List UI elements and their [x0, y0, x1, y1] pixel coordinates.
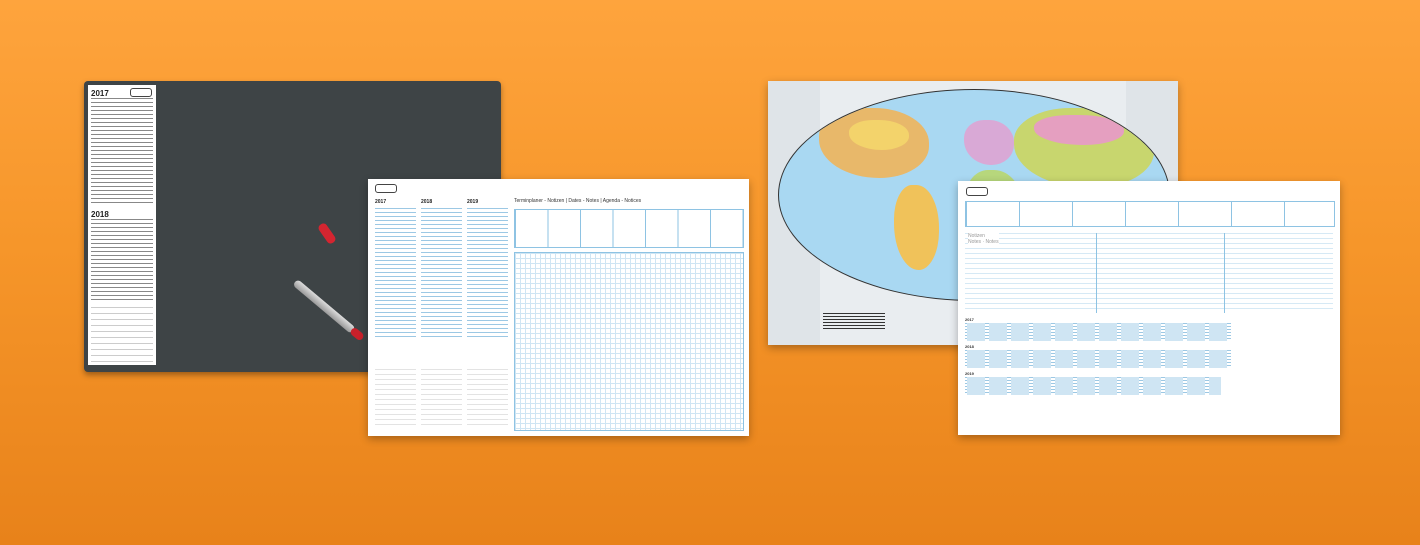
year-label: 2019 — [965, 371, 974, 376]
notes-label: Notizen Notes · Notes — [968, 233, 999, 245]
calendar-grid — [91, 219, 153, 303]
year-calendar — [965, 350, 1231, 368]
week-planner — [514, 209, 744, 248]
notes-lines — [467, 369, 508, 429]
notes-lines — [375, 369, 416, 429]
column-divider — [1224, 233, 1225, 313]
year-calendar — [965, 323, 1231, 341]
map-legend — [823, 313, 885, 331]
south-america — [894, 185, 939, 270]
week-day-boxes — [965, 201, 1335, 227]
brand-logo — [966, 187, 988, 196]
year-calendar — [375, 208, 416, 338]
column-divider — [1096, 233, 1097, 313]
year-label: 2018 — [421, 199, 433, 205]
year-label: 2018 — [965, 344, 974, 349]
year-label: 2017 — [91, 89, 109, 98]
calendar-desk-pad: 2017 2018 2019 Terminplaner - Notizen | … — [368, 179, 749, 436]
year-label: 2017 — [375, 199, 387, 205]
europe — [964, 120, 1014, 165]
year-calendar — [965, 377, 1221, 395]
notes-lines — [421, 369, 462, 429]
planner-title: Terminplaner - Notizen | Dates - Notes |… — [514, 198, 642, 204]
year-label: 2019 — [467, 199, 479, 205]
calendar-strip: 2017 2018 — [88, 85, 156, 365]
notes-lines — [91, 307, 153, 362]
year-calendar — [421, 208, 462, 338]
brand-logo — [375, 184, 397, 193]
year-label: 2018 — [91, 210, 109, 219]
brand-logo — [130, 88, 152, 97]
year-calendar — [467, 208, 508, 338]
notes-lines — [965, 233, 1333, 313]
year-label: 2017 — [965, 317, 974, 322]
calendar-grid — [91, 98, 153, 206]
notes-grid — [514, 252, 744, 431]
weekly-planner-desk-pad: Notizen Notes · Notes 2017 2018 2019 — [958, 181, 1340, 435]
